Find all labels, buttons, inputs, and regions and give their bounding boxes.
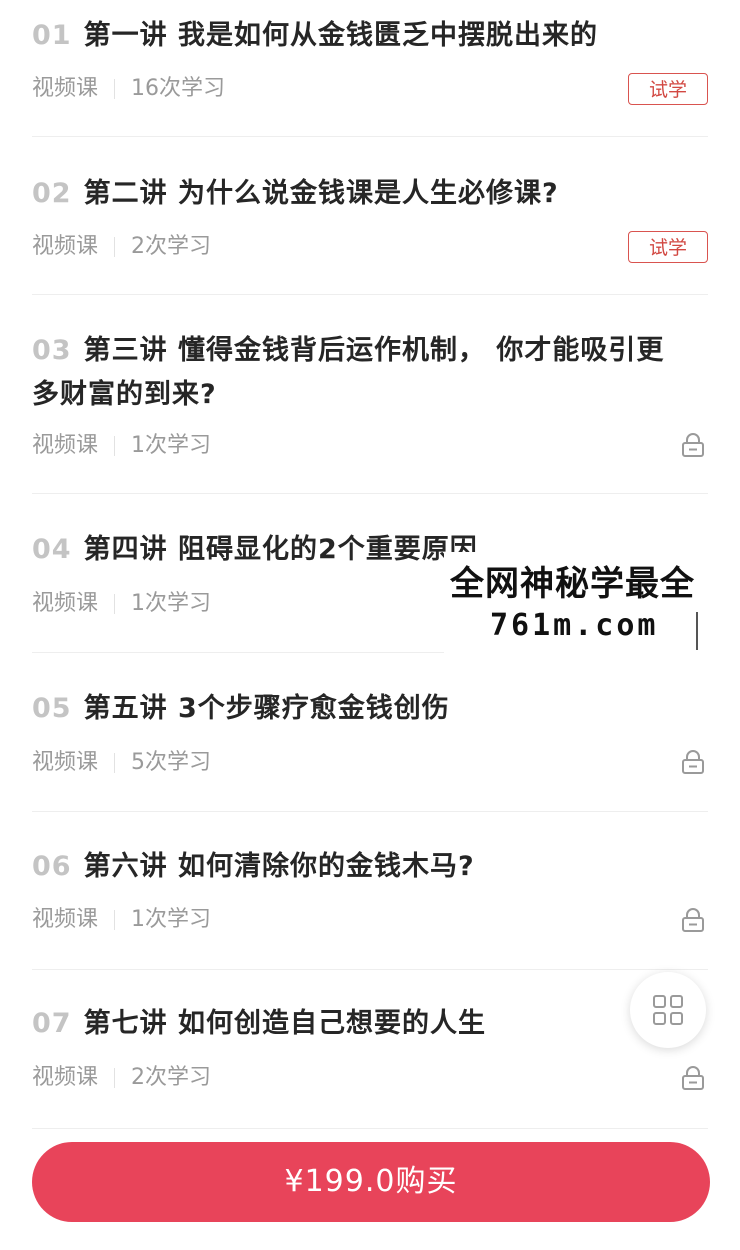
lesson-meta: 视频课 1次学习 (32, 589, 211, 619)
lesson-meta: 视频课 2次学习 (32, 232, 211, 262)
lesson-number: 02 (32, 178, 72, 209)
meta-divider (114, 1068, 116, 1088)
watermark-text: 全网神秘学最全 (450, 564, 695, 604)
lesson-title: 02 第二讲 为什么说金钱课是人生必修课? (32, 172, 668, 216)
meta-divider (114, 910, 116, 930)
meta-divider (114, 753, 116, 773)
lesson-item-03[interactable]: 03 第三讲 懂得金钱背后运作机制， 你才能吸引更多财富的到来? 视频课 1次学习 (32, 295, 708, 494)
lesson-type: 视频课 (32, 750, 99, 775)
watermark-cursor (696, 612, 698, 650)
lesson-title: 03 第三讲 懂得金钱背后运作机制， 你才能吸引更多财富的到来? (32, 329, 668, 417)
grid-icon (653, 995, 683, 1025)
lesson-item-02[interactable]: 02 第二讲 为什么说金钱课是人生必修课? 视频课 2次学习 试学 (32, 137, 708, 295)
lesson-title-text: 第四讲 阻碍显化的2个重要原因 (83, 534, 478, 565)
lesson-title-text: 第六讲 如何清除你的金钱木马? (83, 851, 475, 882)
lesson-study-count: 2次学习 (131, 234, 212, 259)
lesson-title-text: 第一讲 我是如何从金钱匮乏中摆脱出来的 (83, 20, 598, 51)
lesson-title-text: 第七讲 如何创造自己想要的人生 (83, 1008, 486, 1039)
lesson-title-text: 第三讲 懂得金钱背后运作机制， 你才能吸引更多财富的到来? (32, 335, 665, 410)
lesson-number: 03 (32, 335, 72, 366)
meta-divider (114, 594, 116, 614)
meta-divider (114, 436, 116, 456)
lesson-study-count: 1次学习 (131, 433, 212, 458)
lesson-study-count: 16次学习 (131, 76, 226, 101)
lesson-meta: 视频课 5次学习 (32, 748, 211, 778)
trial-button[interactable]: 试学 (628, 231, 708, 263)
lesson-type: 视频课 (32, 433, 99, 458)
lesson-title: 05 第五讲 3个步骤疗愈金钱创伤 (32, 687, 668, 731)
lesson-type: 视频课 (32, 234, 99, 259)
lesson-item-07[interactable]: 07 第七讲 如何创造自己想要的人生 视频课 2次学习 (32, 970, 708, 1129)
lesson-title-text: 第五讲 3个步骤疗愈金钱创伤 (83, 693, 450, 724)
trial-button[interactable]: 试学 (628, 73, 708, 105)
lesson-title-text: 第二讲 为什么说金钱课是人生必修课? (83, 178, 559, 209)
lesson-item-01[interactable]: 01 第一讲 我是如何从金钱匮乏中摆脱出来的 视频课 16次学习 试学 (32, 0, 708, 137)
watermark-url: 761m.com (490, 608, 659, 643)
meta-divider (114, 237, 116, 257)
lesson-number: 06 (32, 851, 72, 882)
lesson-number: 01 (32, 20, 72, 51)
lock-icon (682, 1066, 704, 1090)
watermark-overlay: 全网神秘学最全 761m.com (444, 552, 740, 656)
lesson-number: 04 (32, 534, 72, 565)
lesson-meta: 视频课 1次学习 (32, 431, 211, 461)
lock-icon (682, 433, 704, 457)
course-catalog-page: 01 第一讲 我是如何从金钱匮乏中摆脱出来的 视频课 16次学习 试学 02 第二讲… (0, 0, 740, 1250)
lesson-type: 视频课 (32, 591, 99, 616)
lesson-study-count: 5次学习 (131, 750, 212, 775)
meta-divider (114, 79, 116, 99)
lesson-title: 06 第六讲 如何清除你的金钱木马? (32, 845, 668, 889)
lesson-study-count: 2次学习 (131, 1065, 212, 1090)
lesson-type: 视频课 (32, 1065, 99, 1090)
lesson-number: 07 (32, 1008, 72, 1039)
lock-icon (682, 908, 704, 932)
lesson-title: 01 第一讲 我是如何从金钱匮乏中摆脱出来的 (32, 14, 668, 58)
lesson-meta: 视频课 1次学习 (32, 905, 211, 935)
lock-icon (682, 750, 704, 774)
lesson-title: 07 第七讲 如何创造自己想要的人生 (32, 1002, 668, 1046)
floating-menu-button[interactable] (630, 972, 706, 1048)
lesson-meta: 视频课 2次学习 (32, 1063, 211, 1093)
lesson-item-06[interactable]: 06 第六讲 如何清除你的金钱木马? 视频课 1次学习 (32, 812, 708, 970)
lesson-study-count: 1次学习 (131, 907, 212, 932)
lesson-type: 视频课 (32, 907, 99, 932)
lesson-type: 视频课 (32, 76, 99, 101)
lesson-item-05[interactable]: 05 第五讲 3个步骤疗愈金钱创伤 视频课 5次学习 (32, 653, 708, 812)
lesson-study-count: 1次学习 (131, 591, 212, 616)
buy-button[interactable]: ¥199.0购买 (32, 1142, 710, 1222)
lesson-meta: 视频课 16次学习 (32, 74, 225, 104)
lesson-number: 05 (32, 693, 72, 724)
